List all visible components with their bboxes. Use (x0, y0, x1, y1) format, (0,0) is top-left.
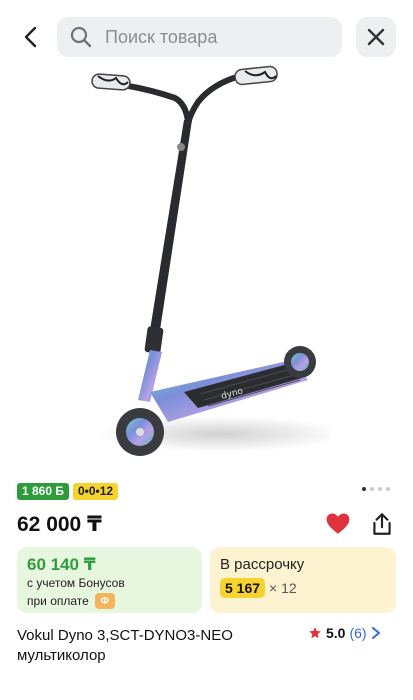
installment-title: В рассрочку (220, 556, 305, 573)
share-icon (373, 513, 391, 535)
close-button[interactable] (356, 17, 396, 57)
installment-amount-row: 5 167 × 12 (220, 578, 297, 598)
rating-link[interactable]: 5.0 (6) (308, 625, 381, 641)
rating-value: 5.0 (326, 625, 346, 641)
bonus-coin-icon: Ф (94, 593, 115, 609)
share-button[interactable] (369, 511, 395, 537)
installment-badge: 0•0•12 (73, 483, 119, 500)
product-title: Vokul Dyno 3,SCT-DYNO3-NEO мультиколор (17, 627, 233, 664)
bonus-note: с учетом Бонусов (27, 576, 125, 590)
chevron-right-icon (371, 627, 380, 639)
star-icon (309, 627, 321, 639)
heart-icon (326, 513, 350, 534)
bonus-badge: 1 860 Б (17, 483, 69, 500)
bonus-note-payment: при оплате Ф (27, 593, 115, 609)
bonus-price: 60 140 ₸ (27, 555, 96, 574)
badges-row: 1 860 Б 0•0•12 (17, 483, 119, 500)
pagination-dot-active (362, 487, 366, 491)
favorite-button[interactable] (325, 511, 351, 537)
bonus-note-payment-label: при оплате (27, 594, 89, 608)
search-placeholder: Поиск товара (105, 26, 218, 47)
reviews-count: (6) (349, 625, 367, 641)
search-input[interactable]: Поиск товара (57, 17, 342, 57)
scooter-illustration: dyno (91, 65, 345, 456)
installment-card[interactable]: В рассрочку 5 167 × 12 (210, 547, 396, 613)
pagination-dot (378, 487, 382, 491)
installment-amount: 5 167 (220, 578, 266, 598)
close-icon (367, 28, 385, 46)
gallery-pagination (362, 487, 390, 491)
pagination-dot (386, 487, 390, 491)
bonus-price-card[interactable]: 60 140 ₸ с учетом Бонусов при оплате Ф (17, 547, 202, 613)
chevron-left-icon (24, 26, 37, 48)
product-price: 62 000 ₸ (17, 513, 102, 536)
product-image[interactable]: dyno (80, 62, 345, 477)
installment-months: × 12 (269, 580, 297, 596)
search-icon (69, 24, 95, 50)
pagination-dot (370, 487, 374, 491)
back-button[interactable] (14, 20, 48, 54)
